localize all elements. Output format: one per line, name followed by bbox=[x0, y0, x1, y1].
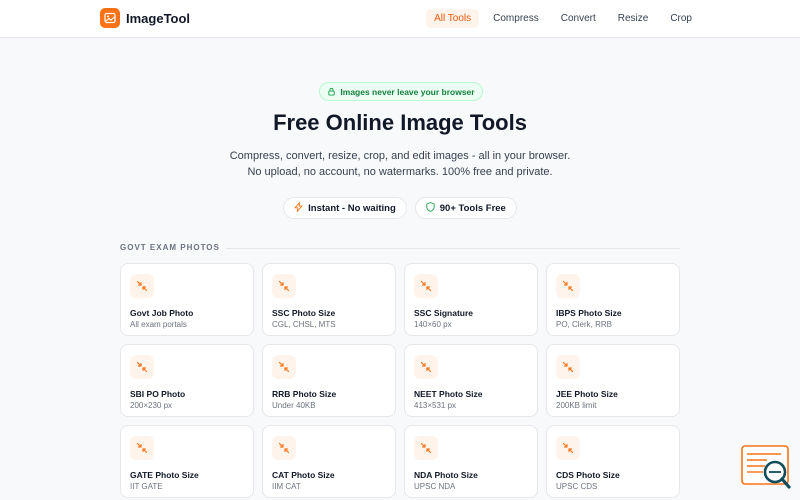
shield-icon bbox=[426, 201, 435, 215]
nav-all-tools[interactable]: All Tools bbox=[426, 9, 480, 28]
tool-card-grid: Govt Job Photo All exam portals SSC Photo … bbox=[120, 263, 680, 498]
tool-card[interactable]: NEET Photo Size 413×531 px bbox=[404, 344, 538, 417]
privacy-badge: Images never leave your browser bbox=[319, 82, 483, 101]
pill-tools-free: 90+ Tools Free bbox=[414, 197, 517, 219]
pill-instant: Instant - No waiting bbox=[283, 197, 407, 219]
tool-card-title: SSC Signature bbox=[414, 308, 474, 318]
tool-card[interactable]: SSC Signature 140×60 px bbox=[404, 263, 538, 336]
tool-card-title: RRB Photo Size bbox=[272, 389, 337, 399]
page-title: Free Online Image Tools bbox=[273, 110, 527, 135]
subtitle-line-1: Compress, convert, resize, crop, and edi… bbox=[229, 150, 571, 162]
tool-card[interactable]: SBI PO Photo 200×230 px bbox=[120, 344, 254, 417]
privacy-badge-text: Images never leave your browser bbox=[340, 86, 475, 97]
tool-card-subtitle: 200×230 px bbox=[130, 401, 173, 410]
main-nav: All Tools Compress Convert Resize Crop bbox=[426, 9, 700, 28]
tool-card-subtitle: UPSC CDS bbox=[556, 482, 598, 491]
nav-crop[interactable]: Crop bbox=[662, 9, 700, 28]
tool-card[interactable]: SSC Photo Size CGL, CHSL, MTS bbox=[262, 263, 396, 336]
pill-tools-free-label: 90+ Tools Free bbox=[439, 202, 506, 214]
search-document-icon[interactable] bbox=[741, 445, 791, 490]
compress-arrows-icon bbox=[130, 436, 154, 460]
tool-card-subtitle: UPSC NDA bbox=[414, 482, 456, 491]
tool-card-title: CDS Photo Size bbox=[556, 470, 620, 480]
compress-arrows-icon bbox=[272, 436, 296, 460]
compress-arrows-icon bbox=[414, 355, 438, 379]
tool-card-title: IBPS Photo Size bbox=[556, 308, 622, 318]
image-icon bbox=[100, 8, 120, 28]
tool-card-title: CAT Photo Size bbox=[272, 470, 335, 480]
page-subtitle: Compress, convert, resize, crop, and edi… bbox=[0, 148, 800, 180]
tool-card-subtitle: Under 40KB bbox=[272, 401, 316, 410]
feature-pills: Instant - No waiting 90+ Tools Free bbox=[0, 197, 800, 219]
compress-arrows-icon bbox=[414, 436, 438, 460]
compress-arrows-icon bbox=[556, 274, 580, 298]
section-heading: GOVT EXAM PHOTOS bbox=[120, 243, 220, 252]
tool-card-subtitle: PO, Clerk, RRB bbox=[556, 320, 613, 329]
tool-card-title: SBI PO Photo bbox=[130, 389, 186, 399]
brand-name: ImageTool bbox=[126, 10, 191, 26]
tool-card-subtitle: 413×531 px bbox=[414, 401, 457, 410]
compress-arrows-icon bbox=[414, 274, 438, 298]
tool-card-subtitle: All exam portals bbox=[130, 320, 187, 329]
tool-card[interactable]: GATE Photo Size IIT GATE bbox=[120, 425, 254, 498]
tool-card[interactable]: CDS Photo Size UPSC CDS bbox=[546, 425, 680, 498]
nav-compress[interactable]: Compress bbox=[485, 9, 547, 28]
tool-card-title: Govt Job Photo bbox=[130, 308, 194, 318]
tool-card-subtitle: 140×60 px bbox=[414, 320, 452, 329]
tool-card-subtitle: IIM CAT bbox=[272, 482, 301, 491]
subtitle-line-2: No upload, no account, no watermarks. 10… bbox=[247, 166, 553, 178]
section-divider bbox=[226, 248, 680, 249]
compress-arrows-icon bbox=[130, 355, 154, 379]
lock-icon bbox=[327, 83, 336, 101]
tool-card-title: GATE Photo Size bbox=[130, 470, 199, 480]
site-header: ImageTool All Tools Compress Convert Res… bbox=[0, 0, 800, 38]
nav-resize[interactable]: Resize bbox=[610, 9, 657, 28]
compress-arrows-icon bbox=[272, 355, 296, 379]
tool-card[interactable]: CAT Photo Size IIM CAT bbox=[262, 425, 396, 498]
tool-card-title: JEE Photo Size bbox=[556, 389, 618, 399]
compress-arrows-icon bbox=[272, 274, 296, 298]
tool-card-title: NDA Photo Size bbox=[414, 470, 478, 480]
lightning-icon bbox=[294, 201, 303, 215]
tool-card-subtitle: 200KB limit bbox=[556, 401, 597, 410]
compress-arrows-icon bbox=[130, 274, 154, 298]
tool-card[interactable]: NDA Photo Size UPSC NDA bbox=[404, 425, 538, 498]
tool-card-title: NEET Photo Size bbox=[414, 389, 483, 399]
tool-card[interactable]: JEE Photo Size 200KB limit bbox=[546, 344, 680, 417]
tool-card-subtitle: IIT GATE bbox=[130, 482, 163, 491]
compress-arrows-icon bbox=[556, 355, 580, 379]
tool-card[interactable]: IBPS Photo Size PO, Clerk, RRB bbox=[546, 263, 680, 336]
tool-card[interactable]: Govt Job Photo All exam portals bbox=[120, 263, 254, 336]
compress-arrows-icon bbox=[556, 436, 580, 460]
nav-convert[interactable]: Convert bbox=[553, 9, 604, 28]
logo[interactable]: ImageTool bbox=[100, 8, 190, 28]
tool-card[interactable]: RRB Photo Size Under 40KB bbox=[262, 344, 396, 417]
pill-instant-label: Instant - No waiting bbox=[308, 202, 396, 214]
tool-card-subtitle: CGL, CHSL, MTS bbox=[272, 320, 336, 329]
tool-card-title: SSC Photo Size bbox=[272, 308, 336, 318]
